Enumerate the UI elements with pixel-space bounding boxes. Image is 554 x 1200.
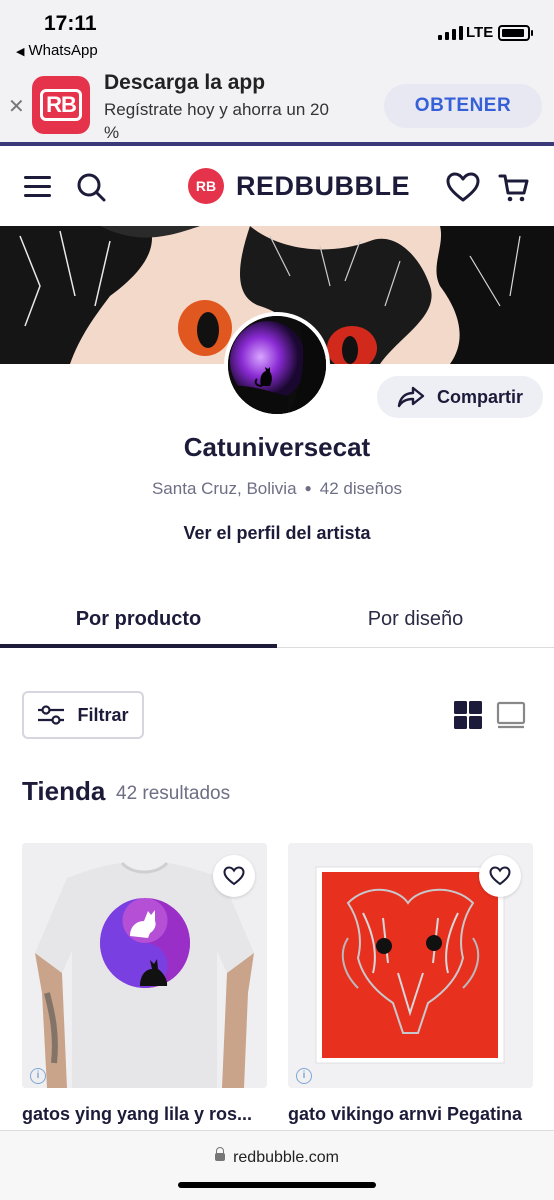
artist-name: Catuniversecat (183, 432, 371, 462)
product-card[interactable]: i (22, 843, 267, 1088)
results-count: 42 resultados (116, 783, 231, 804)
battery-icon (498, 25, 533, 41)
back-to-app-link[interactable]: ◀ WhatsApp (16, 42, 98, 59)
shop-title: Tienda (22, 776, 106, 806)
sliders-icon (38, 705, 65, 725)
app-install-banner: ✕ RB Descarga la app Regístrate hoy y ah… (0, 64, 554, 146)
menu-icon[interactable] (24, 176, 52, 198)
filter-button[interactable]: Filtrar (22, 691, 144, 739)
view-artist-profile-link[interactable]: Ver el perfil del artista (0, 523, 554, 544)
get-app-button[interactable]: OBTENER (384, 84, 542, 128)
browser-url-bar[interactable]: redbubble.com (0, 1130, 554, 1200)
artist-meta: Santa Cruz, Bolivia ● 42 diseños (0, 479, 554, 499)
status-time: 17:11 (44, 12, 97, 35)
heart-icon (489, 866, 511, 886)
status-bar: 17:11 ◀ WhatsApp LTE (0, 0, 554, 64)
product-card[interactable]: i (288, 843, 533, 1088)
brand-mark: RB (188, 168, 224, 204)
banner-subtitle: Regístrate hoy y ahorra un 20 % (104, 100, 329, 142)
brand-logo[interactable]: RB REDBUBBLE (188, 168, 410, 204)
url-text: redbubble.com (233, 1149, 339, 1166)
brand-name: REDBUBBLE (236, 170, 411, 201)
share-label: Compartir (436, 386, 523, 407)
tab-by-product[interactable]: Por producto (0, 608, 277, 631)
heart-icon (223, 866, 245, 886)
close-icon[interactable]: ✕ (8, 94, 25, 119)
cart-icon[interactable] (498, 172, 530, 209)
app-logo: RB (32, 76, 90, 134)
separator-dot: ● (304, 481, 312, 495)
share-icon (397, 386, 425, 408)
site-header: RB REDBUBBLE (0, 150, 554, 226)
app-logo-text: RB (40, 89, 82, 121)
info-icon[interactable]: i (30, 1068, 46, 1084)
grid-view-icon[interactable] (454, 701, 482, 734)
product-title[interactable]: gato vikingo arnvi Pegatina (288, 1104, 538, 1125)
back-arrow-icon: ◀ (16, 46, 25, 58)
banner-title: Descarga la app (104, 71, 266, 94)
search-icon[interactable] (76, 172, 106, 207)
favorite-button[interactable] (479, 855, 521, 897)
network-label: LTE (466, 24, 494, 41)
product-title[interactable]: gatos ying yang lila y ros... (22, 1104, 272, 1125)
signal-icon (438, 26, 463, 40)
lock-icon (215, 1147, 226, 1161)
artist-avatar[interactable] (224, 312, 330, 418)
active-tab-indicator (0, 644, 277, 648)
back-app-label: WhatsApp (28, 42, 98, 59)
share-button[interactable]: Compartir (377, 376, 543, 418)
wishlist-heart-icon[interactable] (446, 172, 480, 207)
home-indicator[interactable] (178, 1182, 376, 1188)
favorite-button[interactable] (213, 855, 255, 897)
single-view-icon[interactable] (496, 701, 526, 734)
info-icon[interactable]: i (296, 1068, 312, 1084)
design-count: 42 diseños (319, 479, 403, 498)
artist-location: Santa Cruz, Bolivia (151, 479, 297, 498)
tab-by-design[interactable]: Por diseño (277, 608, 554, 631)
view-tabs: Por producto Por diseño (0, 596, 554, 648)
filter-label: Filtrar (77, 704, 129, 725)
